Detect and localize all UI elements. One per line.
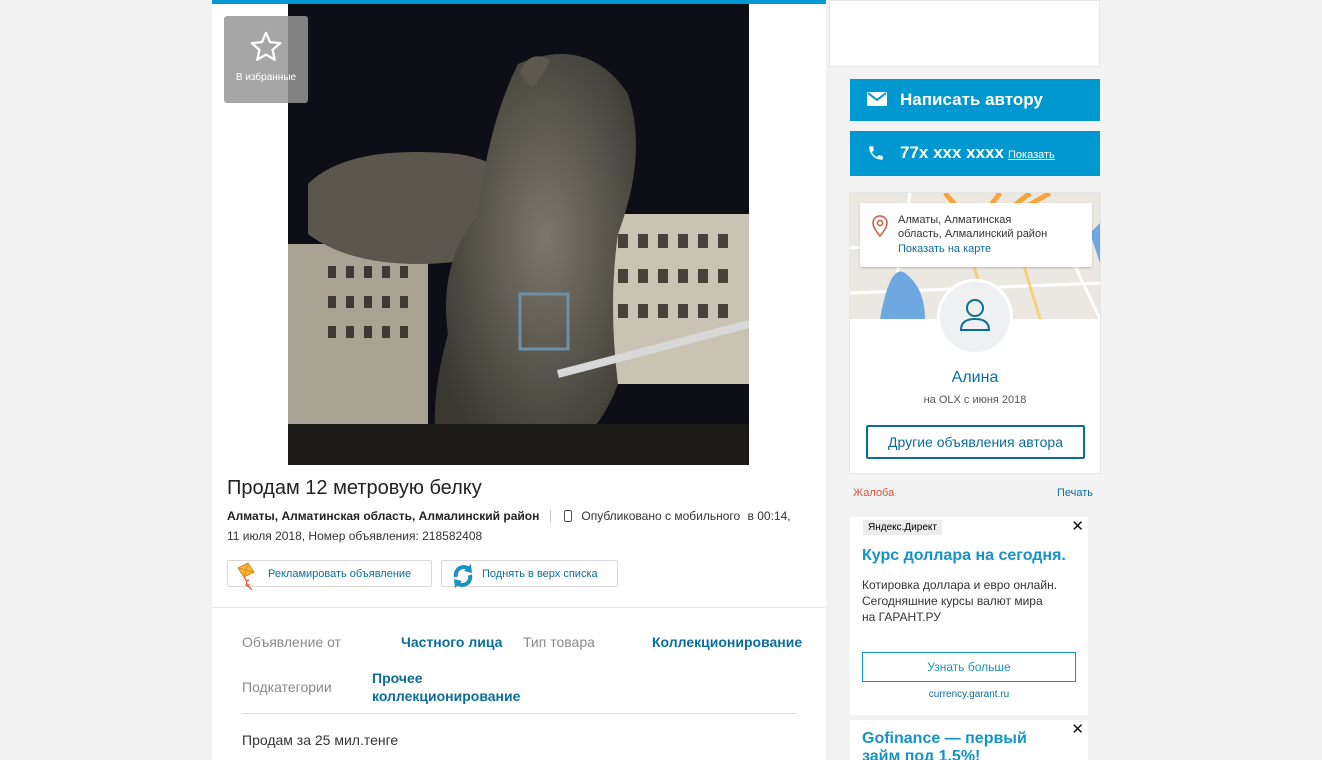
- add-to-favorites-button[interactable]: В избранные: [224, 16, 308, 103]
- refresh-icon: [453, 564, 473, 588]
- listing-description: Продам за 25 мил.тенге: [242, 732, 399, 748]
- favorites-label: В избранные: [235, 72, 297, 83]
- published-mobile-label: Опубликовано с мобильного: [581, 509, 741, 523]
- user-address-line1: Алматы, Алматинская: [898, 214, 1012, 226]
- listing-location[interactable]: Алматы, Алматинская область, Алмалинский…: [227, 509, 539, 523]
- subcategory-value-line2: коллекционирование: [372, 688, 521, 704]
- ad-banner-2: ✕ Gofinance — первый займ под 1.5%!: [850, 720, 1088, 760]
- ad-text-line2: Сегодняшние курсы валют мира: [862, 594, 1043, 608]
- subcategory-value[interactable]: Прочее коллекционирование: [372, 669, 520, 705]
- seller-type-value[interactable]: Частного лица: [401, 633, 502, 651]
- meta-divider: [549, 510, 551, 524]
- raise-listing-label: Поднять в верх списка: [482, 568, 598, 580]
- ad-close-icon-2[interactable]: ✕: [1071, 720, 1084, 738]
- write-author-label: Написать автору: [900, 90, 1043, 109]
- map-pin-icon: [872, 215, 888, 237]
- user-since: на OLX с июня 2018: [923, 394, 1027, 406]
- ad-url[interactable]: currency.garant.ru: [850, 689, 1088, 700]
- print-link[interactable]: Печать: [1057, 487, 1093, 499]
- show-on-map-link[interactable]: Показать на карте: [898, 243, 991, 255]
- avatar[interactable]: [937, 279, 1013, 355]
- user-icon: [959, 299, 991, 331]
- seller-type-label: Объявление от: [242, 634, 341, 650]
- write-author-button[interactable]: Написать автору: [850, 79, 1100, 121]
- props-divider: [242, 713, 797, 714]
- published-time: в 00:14,: [747, 509, 791, 523]
- ad-text-line1: Котировка доллара и евро онлайн.: [862, 578, 1058, 592]
- ad-headline[interactable]: Курс доллара на сегодня.: [862, 547, 1066, 565]
- listing-meta: Алматы, Алматинская область, Алмалинский…: [227, 509, 791, 524]
- user-card: Алматы, Алматинская область, Алмалинский…: [849, 192, 1101, 474]
- mobile-phone-icon: [564, 510, 573, 522]
- phone-icon: [869, 146, 883, 160]
- show-phone-link[interactable]: Показать: [1008, 149, 1055, 161]
- ad-close-icon[interactable]: ✕: [1071, 517, 1084, 535]
- squirrel-statue-photo: [288, 4, 749, 465]
- phone-number-masked: 77x xxx xxxx: [900, 143, 1004, 162]
- ad-banner: Яндекс.Директ ✕ Курс доллара на сегодня.…: [850, 517, 1088, 715]
- price-panel: [829, 0, 1100, 67]
- location-box: Алматы, Алматинская область, Алмалинский…: [860, 203, 1092, 267]
- published-date-and-id: 11 июля 2018, Номер объявления: 21858240…: [227, 529, 483, 543]
- product-type-label: Тип товара: [523, 634, 595, 650]
- listing-title: Продам 12 метровую белку: [227, 477, 482, 499]
- product-type-value[interactable]: Коллекционирование: [652, 633, 802, 651]
- ad-headline-2-line2: займ под 1.5%!: [862, 748, 981, 760]
- section-divider: [212, 607, 826, 608]
- subcategory-value-line1: Прочее: [372, 670, 423, 686]
- subcategory-label: Подкатегории: [242, 679, 332, 695]
- phone-button[interactable]: 77x xxx xxxx Показать: [850, 131, 1100, 176]
- user-address-line2: область, Алмалинский район: [898, 228, 1048, 240]
- ad-headline-2[interactable]: Gofinance — первый займ под 1.5%!: [862, 730, 1027, 760]
- promote-listing-button[interactable]: Рекламировать объявление: [227, 560, 432, 590]
- user-name[interactable]: Алина: [850, 369, 1100, 387]
- ad-text: Котировка доллара и евро онлайн. Сегодня…: [862, 577, 1080, 625]
- ad-learn-more-button[interactable]: Узнать больше: [862, 652, 1076, 682]
- phone-number: 77x xxx xxxx Показать: [900, 143, 1055, 163]
- promote-listing-label: Рекламировать объявление: [268, 568, 412, 580]
- envelope-icon: [867, 92, 887, 106]
- raise-listing-button[interactable]: Поднять в верх списка: [441, 560, 618, 588]
- listing-card: В избранные Продам 12 метровую белку Алм…: [212, 0, 826, 760]
- ad-text-line3: на ГАРАНТ.РУ: [862, 610, 941, 624]
- user-address: Алматы, Алматинская область, Алмалинский…: [898, 213, 1083, 241]
- listing-photo[interactable]: [288, 4, 749, 465]
- ad-source-tag[interactable]: Яндекс.Директ: [863, 520, 942, 535]
- complain-link[interactable]: Жалоба: [853, 487, 894, 499]
- kite-icon: [237, 562, 255, 590]
- star-icon: [250, 31, 282, 61]
- other-ads-button[interactable]: Другие объявления автора: [866, 425, 1085, 459]
- ad-headline-2-line1: Gofinance — первый: [862, 730, 1027, 747]
